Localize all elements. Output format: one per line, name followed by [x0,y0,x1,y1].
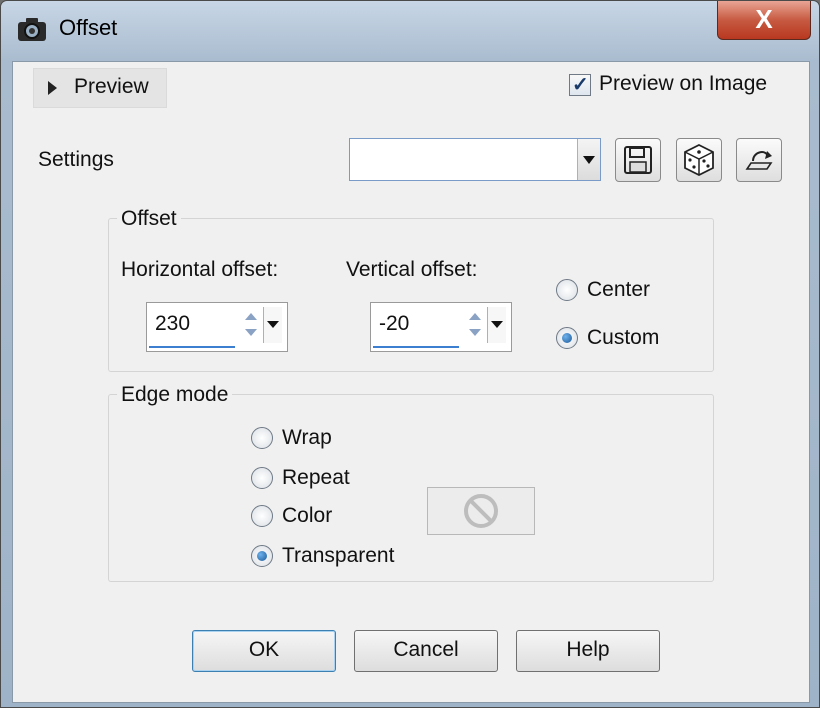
chevron-down-icon [267,321,279,328]
radio-center-label: Center [587,278,651,301]
title-bar[interactable]: Offset X [1,1,819,57]
spin-up-icon[interactable] [469,313,481,320]
vertical-offset-value[interactable]: -20 [379,312,409,336]
dialog-body: Preview ✓ Preview on Image Settings Offs… [12,61,810,703]
spin-up-icon[interactable] [245,313,257,320]
help-button[interactable]: Help [516,630,660,672]
save-preset-icon [624,146,652,174]
spin-down-icon[interactable] [469,329,481,336]
window-title: Offset [59,15,118,40]
edge-mode-group-title: Edge mode [117,383,233,407]
value-underline [373,346,459,348]
spin-dropdown-button[interactable] [487,307,506,343]
value-underline [149,346,235,348]
cancel-button[interactable]: Cancel [354,630,498,672]
spin-down-icon[interactable] [245,329,257,336]
vertical-offset-spinbox[interactable]: -20 [370,302,512,352]
radio-repeat-label: Repeat [282,466,350,489]
edge-mode-group [108,394,714,582]
edge-color-swatch[interactable] [427,487,535,535]
radio-circle[interactable] [251,467,273,489]
save-preset-button[interactable] [615,138,661,182]
combo-dropdown-button[interactable] [577,139,600,180]
randomize-button[interactable] [676,138,722,182]
reset-icon [745,151,773,170]
preview-toggle-label: Preview [74,75,149,98]
radio-color-label: Color [282,504,333,527]
chevron-down-icon [583,156,595,164]
offset-dialog-window: Offset X Preview ✓ Preview on Image Sett… [0,0,820,708]
chevron-down-icon [491,321,503,328]
offset-group-title: Offset [117,207,181,231]
horizontal-offset-label: Horizontal offset: [121,258,279,281]
checkmark-icon: ✓ [572,74,589,96]
randomize-dice-icon [684,143,714,177]
radio-circle[interactable] [251,427,273,449]
radio-circle-selected[interactable] [251,545,273,567]
vertical-offset-label: Vertical offset: [346,258,478,281]
camera-icon [18,18,46,41]
horizontal-offset-spinbox[interactable]: 230 [146,302,288,352]
radio-circle[interactable] [556,279,578,301]
ok-button[interactable]: OK [192,630,336,672]
spin-up-down-buttons[interactable] [239,309,261,343]
reset-button[interactable] [736,138,782,182]
close-button[interactable]: X [717,1,811,40]
radio-custom-label: Custom [587,326,660,349]
checkbox-box[interactable]: ✓ [569,74,591,96]
radio-circle[interactable] [251,505,273,527]
preview-toggle-button[interactable]: Preview [33,68,167,108]
spin-up-down-buttons[interactable] [463,309,485,343]
horizontal-offset-value[interactable]: 230 [155,312,190,336]
radio-wrap-label: Wrap [282,426,332,449]
settings-label: Settings [38,148,114,171]
spin-dropdown-button[interactable] [263,307,282,343]
radio-transparent-label: Transparent [282,544,395,567]
expand-arrow-icon [48,81,57,95]
no-color-icon [464,494,498,528]
settings-preset-combo[interactable] [349,138,601,181]
preview-on-image-label: Preview on Image [599,72,768,95]
radio-circle-selected[interactable] [556,327,578,349]
